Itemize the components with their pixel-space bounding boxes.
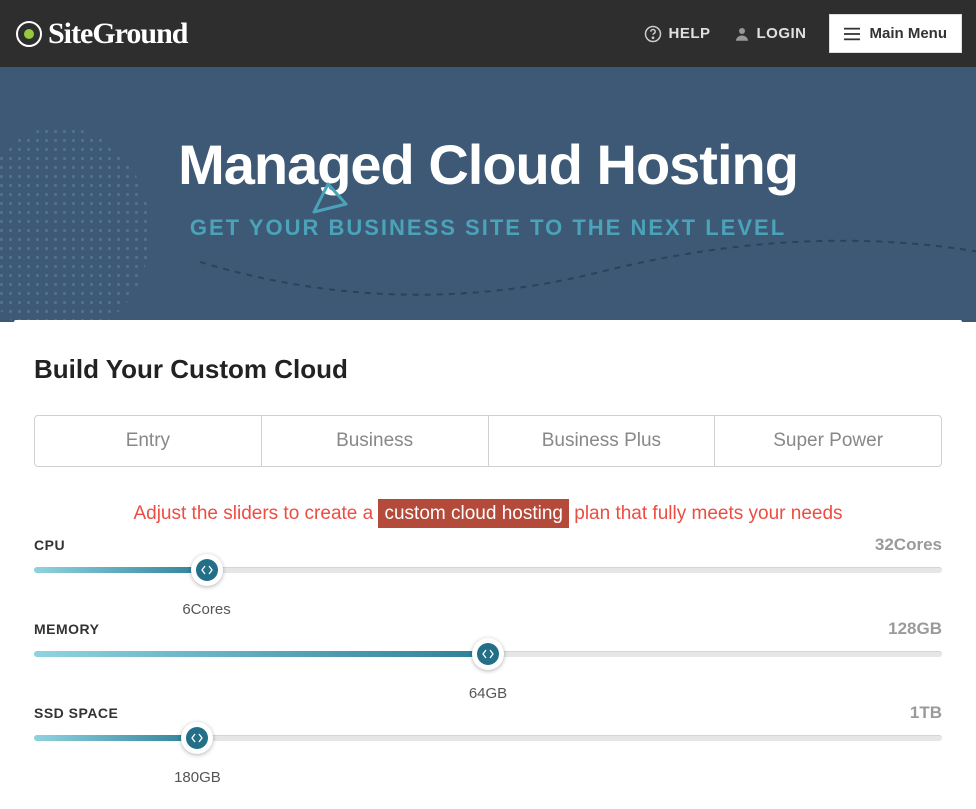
slider-max: 1TB <box>910 703 942 723</box>
plan-tabs: Entry Business Business Plus Super Power <box>34 415 942 467</box>
instruction-highlight: custom cloud hosting <box>378 499 569 528</box>
slider-track[interactable]: 64GB <box>34 647 942 661</box>
configurator-card: Build Your Custom Cloud Entry Business B… <box>14 320 962 807</box>
help-label: HELP <box>668 25 710 42</box>
instruction-pre: Adjust the sliders to create a <box>133 503 378 524</box>
login-label: LOGIN <box>757 25 807 42</box>
slider-max: 128GB <box>888 619 942 639</box>
slider-track[interactable]: 6Cores <box>34 563 942 577</box>
decorative-curve <box>200 232 976 322</box>
instruction-post: plan that fully meets your needs <box>569 503 843 524</box>
slider-max: 32Cores <box>875 535 942 555</box>
slider-handle-icon <box>477 643 499 665</box>
hero-title: Managed Cloud Hosting <box>0 132 976 197</box>
logo-icon <box>16 21 42 47</box>
help-link[interactable]: HELP <box>644 25 710 43</box>
slider-handle-icon <box>196 559 218 581</box>
top-navigation: SiteGround HELP LOGIN Main Menu <box>0 0 976 67</box>
login-link[interactable]: LOGIN <box>733 25 807 43</box>
sliders-container: CPU 32Cores 6Cores MEMORY 128GB <box>34 535 942 787</box>
slider-current-value: 64GB <box>469 685 507 702</box>
slider-current-value: 6Cores <box>182 601 230 618</box>
tab-business[interactable]: Business <box>262 416 489 466</box>
slider-handle[interactable] <box>472 638 504 670</box>
help-icon <box>644 25 662 43</box>
slider-name: CPU <box>34 537 65 553</box>
track-fill <box>34 567 207 573</box>
slider-memory: MEMORY 128GB 64GB <box>34 619 942 703</box>
hero-banner: Managed Cloud Hosting GET YOUR BUSINESS … <box>0 67 976 322</box>
instruction-text: Adjust the sliders to create a custom cl… <box>34 503 942 525</box>
slider-name: SSD SPACE <box>34 705 118 721</box>
tab-entry[interactable]: Entry <box>35 416 262 466</box>
slider-track[interactable]: 180GB <box>34 731 942 745</box>
slider-handle[interactable] <box>191 554 223 586</box>
menu-label: Main Menu <box>870 25 948 42</box>
triangle-icon <box>306 180 350 218</box>
header-actions: HELP LOGIN Main Menu <box>644 14 962 53</box>
slider-handle-icon <box>186 727 208 749</box>
logo[interactable]: SiteGround <box>16 17 188 51</box>
slider-name: MEMORY <box>34 621 99 637</box>
main-menu-button[interactable]: Main Menu <box>829 14 963 53</box>
track-fill <box>34 651 488 657</box>
card-title: Build Your Custom Cloud <box>34 354 942 385</box>
slider-current-value: 180GB <box>174 769 221 786</box>
hamburger-icon <box>844 27 860 41</box>
slider-cpu: CPU 32Cores 6Cores <box>34 535 942 619</box>
user-icon <box>733 25 751 43</box>
track-fill <box>34 735 197 741</box>
tab-super-power[interactable]: Super Power <box>715 416 941 466</box>
slider-handle[interactable] <box>181 722 213 754</box>
logo-text: SiteGround <box>48 17 188 51</box>
tab-business-plus[interactable]: Business Plus <box>489 416 716 466</box>
slider-ssd-space: SSD SPACE 1TB 180GB <box>34 703 942 787</box>
